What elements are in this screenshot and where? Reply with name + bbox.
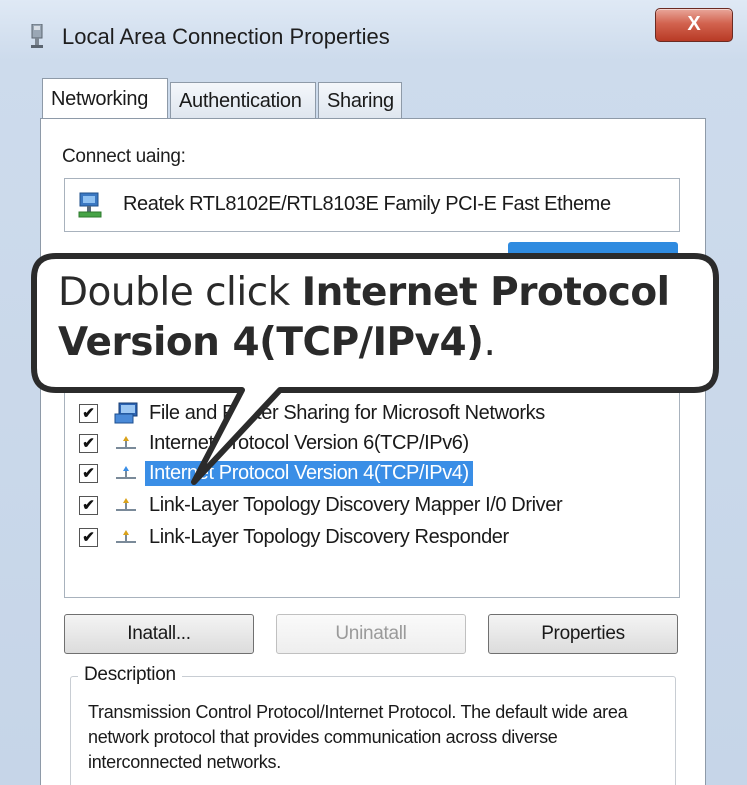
close-button[interactable]: X — [655, 8, 733, 42]
list-item[interactable]: ✔ Link-Layer Topology Discovery Responde… — [65, 523, 665, 553]
checkbox[interactable]: ✔ — [79, 528, 98, 547]
callout-bold-line2: Version 4(TCP/IPv4) — [58, 320, 484, 365]
tab-networking[interactable]: Networking — [42, 78, 168, 118]
close-icon: X — [687, 13, 701, 35]
callout-suffix: . — [483, 320, 496, 365]
description-text: Transmission Control Protocol/Internet P… — [88, 702, 628, 772]
window-title: Local Area Connection Properties — [62, 24, 390, 49]
tab-authentication-label: Authentication — [179, 90, 302, 112]
callout-instruction: Double click Internet Protocol Version 4(… — [58, 268, 708, 368]
tab-sharing-label: Sharing — [327, 90, 394, 112]
tab-authentication[interactable]: Authentication — [170, 82, 316, 118]
uninstall-button[interactable]: Uninatall — [276, 614, 466, 654]
adapter-name: Reatek RTL8102E/RTL8103E Family PCI-E Fa… — [123, 193, 611, 215]
description-legend: Description — [78, 664, 182, 686]
install-button[interactable]: Inatall... — [64, 614, 254, 654]
tab-networking-label: Networking — [51, 88, 149, 110]
tab-sharing[interactable]: Sharing — [318, 82, 402, 118]
network-card-icon — [78, 192, 102, 218]
connect-using-label: Connect uaing: — [62, 146, 186, 167]
title-bar[interactable]: Local Area Connection Properties X — [0, 0, 747, 74]
protocol-icon — [116, 530, 136, 543]
properties-window: Local Area Connection Properties X Netwo… — [0, 0, 747, 785]
adapter-field: Reatek RTL8102E/RTL8103E Family PCI-E Fa… — [64, 178, 680, 232]
network-adapter-icon — [31, 24, 43, 48]
callout-bold-line1: Internet Protocol — [301, 270, 670, 315]
properties-button[interactable]: Properties — [488, 614, 678, 654]
callout-prefix: Double click — [58, 270, 302, 315]
list-item-label: Link-Layer Topology Discovery Responder — [149, 526, 509, 548]
